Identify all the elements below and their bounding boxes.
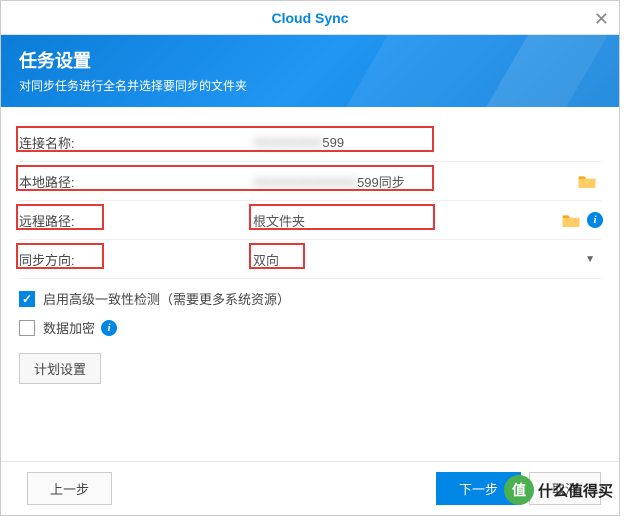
dialog-header: Cloud Sync ✕ (1, 1, 619, 35)
cancel-button[interactable]: 取消 (529, 472, 601, 505)
remote-path-value[interactable]: 根文件夹 (249, 209, 309, 232)
folder-icon[interactable] (577, 173, 597, 189)
dialog-title: Cloud Sync (271, 10, 348, 26)
encryption-label: 数据加密 (43, 318, 95, 337)
advanced-consistency-checkbox[interactable] (19, 291, 35, 307)
row-sync-direction: 同步方向: 双向 ▼ (19, 242, 601, 276)
info-icon[interactable]: i (587, 212, 603, 228)
info-icon[interactable]: i (101, 320, 117, 336)
connection-value[interactable]: XXXXXXXX599 (249, 133, 348, 152)
folder-icon[interactable] (561, 212, 581, 228)
schedule-settings-button[interactable]: 计划设置 (19, 353, 101, 384)
connection-label: 连接名称: (19, 133, 249, 152)
close-icon[interactable]: ✕ (594, 9, 609, 30)
row-remote-path: 远程路径: 根文件夹 i (19, 203, 601, 237)
banner-title: 任务设置 (19, 47, 601, 73)
banner-subtitle: 对同步任务进行全名并选择要同步的文件夹 (19, 77, 601, 94)
remote-path-label: 远程路径: (19, 211, 249, 230)
local-path-label: 本地路径: (19, 172, 249, 191)
dialog-footer: 上一步 下一步 取消 (1, 461, 619, 515)
local-path-value[interactable]: XXXXXXXXXXXX599同步 (249, 170, 409, 193)
encryption-checkbox[interactable] (19, 320, 35, 336)
dialog: Cloud Sync ✕ 任务设置 对同步任务进行全名并选择要同步的文件夹 连接… (0, 0, 620, 516)
banner: 任务设置 对同步任务进行全名并选择要同步的文件夹 (1, 35, 619, 107)
row-encryption-check: 数据加密 i (19, 318, 601, 337)
advanced-consistency-label: 启用高级一致性检测（需要更多系统资源） (43, 289, 290, 308)
chevron-down-icon[interactable]: ▼ (585, 254, 595, 265)
sync-direction-select[interactable]: 双向 ▼ (249, 248, 601, 271)
form-area: 连接名称: XXXXXXXX599 本地路径: XXXXXXXXXXXX599同… (1, 107, 619, 394)
next-button[interactable]: 下一步 (436, 472, 521, 505)
row-connection: 连接名称: XXXXXXXX599 (19, 125, 601, 159)
row-advanced-check: 启用高级一致性检测（需要更多系统资源） (19, 289, 601, 308)
row-local-path: 本地路径: XXXXXXXXXXXX599同步 (19, 164, 601, 198)
sync-direction-label: 同步方向: (19, 250, 249, 269)
back-button[interactable]: 上一步 (27, 472, 112, 505)
sync-direction-value: 双向 (249, 248, 283, 271)
